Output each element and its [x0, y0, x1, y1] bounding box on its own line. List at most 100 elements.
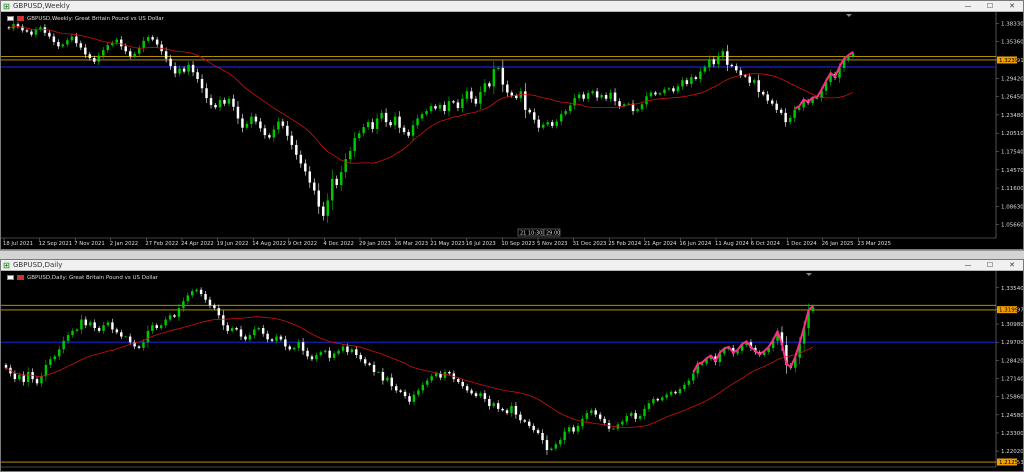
- candle-body: [371, 122, 374, 129]
- price-tick-label: 1.38330: [1001, 21, 1023, 27]
- candle-body: [359, 354, 362, 360]
- candle-body: [236, 106, 240, 119]
- candle-body: [474, 393, 478, 397]
- price-tick-label: 1.17540: [1001, 149, 1023, 155]
- candle-body: [313, 182, 316, 191]
- time-tick-label: 16 Jul 2023: [466, 241, 496, 247]
- price-tick-label: 1.27140: [1001, 377, 1023, 383]
- candle-body: [196, 72, 199, 80]
- candle-body: [721, 51, 725, 57]
- weekly-price-chart[interactable]: 1.38330 1.35360 1.32391 1.29420 1.26450 1.234…: [1, 12, 1023, 249]
- close-button[interactable]: ✕: [1001, 1, 1023, 11]
- candle-body: [672, 88, 675, 92]
- candle-body: [357, 133, 361, 139]
- candle-body: [416, 118, 419, 126]
- candle-body: [497, 67, 500, 70]
- candle-body: [479, 393, 482, 397]
- time-tick-label: 24 Apr 2022: [181, 241, 214, 247]
- weekly-window-titlebar[interactable]: ⊞ GBPUSD,Weekly — ☐ ✕: [1, 1, 1023, 12]
- candle-body: [97, 55, 101, 62]
- candle-body: [661, 397, 664, 401]
- candle-body: [71, 330, 74, 336]
- bottom-price-label: 1.21253: [999, 460, 1022, 466]
- candle-body: [299, 154, 303, 164]
- candle-body: [25, 30, 29, 32]
- candle-body: [470, 390, 473, 394]
- candle-body: [717, 56, 720, 65]
- candle-body: [182, 68, 186, 72]
- candle-body: [393, 116, 397, 126]
- price-tick-label: 1.20510: [1001, 131, 1023, 137]
- time-tick-label: 11 Aug 2024: [715, 241, 750, 247]
- price-tick-label: 1.11600: [1001, 186, 1023, 192]
- candle-body: [613, 92, 617, 102]
- candle-body: [594, 410, 597, 415]
- candle-body: [324, 350, 327, 353]
- time-tick-label: 31 Dec 2023: [573, 241, 607, 247]
- candle-body: [683, 384, 686, 390]
- candle-body: [200, 79, 204, 89]
- candle-body: [61, 44, 65, 47]
- candle-body: [501, 67, 505, 85]
- candle-body: [528, 421, 531, 426]
- candle-body: [88, 54, 92, 59]
- candle-body: [187, 64, 190, 72]
- candle-body: [263, 128, 267, 136]
- candle-body: [744, 75, 747, 77]
- candle-body: [266, 333, 269, 340]
- daily-chart-window[interactable]: ⊞ GBPUSD,Daily — ☐ ✕ GBPUSD,Daily: Great…: [0, 259, 1024, 472]
- candle-body: [173, 66, 177, 74]
- candle-body: [761, 91, 765, 95]
- minimize-button[interactable]: —: [957, 1, 979, 11]
- minimize-button[interactable]: —: [957, 260, 979, 270]
- candle-body: [80, 319, 83, 330]
- time-tick-label: 18 Jul 2021: [3, 241, 33, 247]
- weekly-chart-window[interactable]: ⊞ GBPUSD,Weekly — ☐ ✕ GBPUSD,Weekly: Gre…: [0, 0, 1024, 250]
- candle-body: [235, 328, 238, 330]
- candle-body: [519, 414, 522, 421]
- time-tick-label: 25 Feb 2024: [608, 241, 642, 247]
- candle-body: [75, 36, 78, 44]
- candle-body: [245, 123, 249, 128]
- candle-body: [411, 125, 415, 136]
- candle-body: [461, 98, 464, 108]
- candle-body: [528, 109, 532, 113]
- price-tick-label: 1.14570: [1001, 168, 1023, 174]
- candle-body: [66, 335, 70, 341]
- daily-price-chart[interactable]: 1.33540 1.31997 1.30980 1.29700 1.28420 1.271…: [1, 271, 1023, 471]
- candle-body: [111, 322, 114, 330]
- candle-body: [492, 69, 496, 87]
- candle-body: [398, 116, 401, 128]
- candle-body: [581, 418, 584, 426]
- price-tick-label: 1.25860: [1001, 395, 1023, 401]
- price-tick-label: 1.23300: [1001, 431, 1023, 437]
- candle-body: [618, 101, 621, 107]
- candle-body: [407, 132, 410, 136]
- close-button[interactable]: ✕: [1001, 260, 1023, 270]
- time-tick-label: 2 Jan 2022: [110, 241, 138, 247]
- price-tick-label: 1.30980: [1001, 322, 1023, 328]
- candle-body: [381, 372, 385, 381]
- candle-body: [257, 328, 260, 330]
- candle-body: [572, 427, 575, 432]
- candle-body: [375, 118, 379, 129]
- chart-app-icon: ⊞: [3, 261, 10, 270]
- candle-body: [496, 403, 500, 409]
- maximize-button[interactable]: ☐: [979, 260, 1001, 270]
- candle-body: [752, 80, 756, 83]
- chart-app-icon: ⊞: [3, 2, 10, 11]
- daily-window-titlebar[interactable]: ⊞ GBPUSD,Daily — ☐ ✕: [1, 260, 1023, 271]
- price-tick-label: 1.05660: [1001, 223, 1023, 229]
- candle-body: [322, 206, 325, 216]
- candle-body: [353, 138, 356, 152]
- maximize-button[interactable]: ☐: [979, 1, 1001, 11]
- candle-body: [609, 92, 612, 99]
- candle-body: [363, 359, 367, 364]
- price-axis: [996, 271, 1023, 467]
- candle-body: [315, 354, 318, 360]
- time-tick-label: 7 Nov 2021: [74, 241, 105, 247]
- candle-body: [18, 374, 21, 380]
- candle-body: [84, 47, 87, 55]
- time-tick-label: 14 Aug 2022: [252, 241, 286, 247]
- candle-body: [119, 39, 123, 47]
